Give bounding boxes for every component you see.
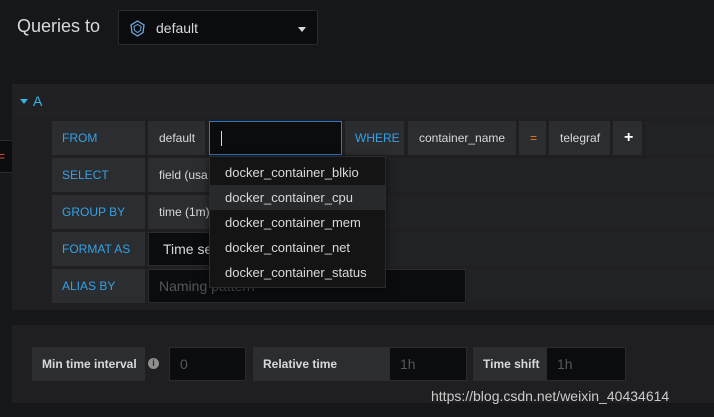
influxdb-icon xyxy=(130,20,145,37)
tag-key-segment[interactable]: container_name xyxy=(408,121,516,155)
chevron-down-icon xyxy=(298,27,306,32)
info-icon[interactable]: i xyxy=(148,358,159,369)
queries-to-label: Queries to xyxy=(17,16,101,36)
group-by-label: GROUP BY xyxy=(52,195,145,229)
dropdown-item-blkio[interactable]: docker_container_blkio xyxy=(210,160,385,185)
select-label: SELECT xyxy=(52,158,145,192)
from-row-filler xyxy=(645,121,714,155)
text-cursor xyxy=(221,131,222,146)
caret-down-icon[interactable] xyxy=(20,99,28,104)
side-tab-glyph: = xyxy=(0,148,5,164)
from-label: FROM xyxy=(52,121,145,155)
dropdown-item-mem[interactable]: docker_container_mem xyxy=(210,210,385,235)
alias-by-label: ALIAS BY xyxy=(52,269,145,303)
relative-time-label: Relative time xyxy=(253,347,389,381)
relative-time-input[interactable]: 1h xyxy=(389,347,467,381)
measurement-input[interactable] xyxy=(209,121,342,155)
dropdown-item-cpu[interactable]: docker_container_cpu xyxy=(210,185,385,210)
time-shift-label: Time shift xyxy=(473,347,546,381)
datasource-name: default xyxy=(156,20,199,36)
query-header: Queries to default xyxy=(0,0,714,62)
min-time-interval-text: Min time interval xyxy=(42,357,137,371)
watermark-text: https://blog.csdn.net/weixin_40434614 xyxy=(431,388,670,404)
where-label: WHERE xyxy=(345,121,404,155)
group-by-time-segment[interactable]: time (1m) xyxy=(148,195,213,229)
alias-by-row-filler xyxy=(468,269,714,303)
format-as-label: FORMAT AS xyxy=(52,232,145,266)
format-as-select[interactable]: Time se xyxy=(148,232,213,266)
measurement-dropdown: docker_container_blkio docker_container_… xyxy=(209,156,386,288)
datasource-picker[interactable]: default xyxy=(118,10,318,45)
retention-policy-segment[interactable]: default xyxy=(148,121,205,155)
dropdown-item-status[interactable]: docker_container_status xyxy=(210,260,385,285)
query-row-header[interactable]: A xyxy=(12,84,714,118)
time-shift-input[interactable]: 1h xyxy=(546,347,626,381)
query-ref-letter[interactable]: A xyxy=(33,93,42,109)
tag-value-segment[interactable]: telegraf xyxy=(549,121,610,155)
dropdown-item-net[interactable]: docker_container_net xyxy=(210,235,385,260)
add-condition-button[interactable]: + xyxy=(613,121,642,155)
min-time-interval-input[interactable]: 0 xyxy=(169,347,246,381)
field-segment[interactable]: field (usa xyxy=(148,158,213,192)
min-time-interval-label: Min time interval i xyxy=(32,347,159,381)
tag-operator-segment[interactable]: = xyxy=(519,121,546,155)
